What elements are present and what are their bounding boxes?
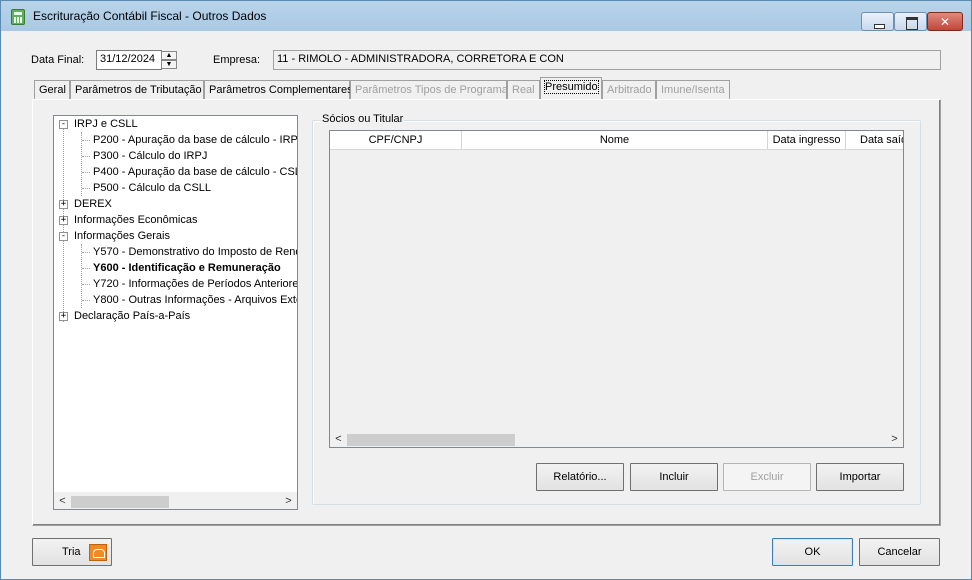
tree-node-derex[interactable]: + DEREX xyxy=(54,196,297,212)
tree-connector xyxy=(82,140,90,141)
tree-connector xyxy=(82,284,90,285)
tree-node-y800[interactable]: Y800 - Outras Informações - Arquivos Ext… xyxy=(54,292,297,308)
tree-node-p400[interactable]: P400 - Apuração da base de cálculo - CSL… xyxy=(54,164,297,180)
tree-node-informacoes-gerais[interactable]: - Informações Gerais xyxy=(54,228,297,244)
relatorio-button[interactable]: Relatório... xyxy=(536,463,624,491)
socios-grid[interactable]: CPF/CNPJ Nome Data ingresso Data saída <… xyxy=(329,130,904,448)
tree-connector xyxy=(82,156,90,157)
window-title: Escrituração Contábil Fiscal - Outros Da… xyxy=(33,9,267,23)
tree-node-y600[interactable]: Y600 - Identificação e Remuneração xyxy=(54,260,297,276)
spin-down-icon[interactable]: ▼ xyxy=(161,60,177,69)
title-bar[interactable]: Escrituração Contábil Fiscal - Outros Da… xyxy=(1,1,971,31)
column-header-data-saida[interactable]: Data saída xyxy=(846,131,903,149)
tree-node-informacoes-economicas[interactable]: + Informações Econômicas xyxy=(54,212,297,228)
tree-horizontal-scrollbar[interactable]: < > xyxy=(54,492,297,509)
tab-arbitrado[interactable]: Arbitrado xyxy=(602,80,656,100)
tab-imune-isenta[interactable]: Imune/Isenta xyxy=(656,80,730,100)
tree-node-y720[interactable]: Y720 - Informações de Períodos Anteriore… xyxy=(54,276,297,292)
main-window: Escrituração Contábil Fiscal - Outros Da… xyxy=(0,0,972,580)
tree-node-y570[interactable]: Y570 - Demonstrativo do Imposto de Renda xyxy=(54,244,297,260)
tab-real[interactable]: Real xyxy=(507,80,540,100)
excluir-button[interactable]: Excluir xyxy=(723,463,811,491)
spreadsheet-app-icon xyxy=(11,9,25,25)
collapse-icon[interactable]: - xyxy=(59,232,68,241)
scroll-right-icon[interactable]: > xyxy=(886,431,903,448)
column-header-data-ingresso[interactable]: Data ingresso xyxy=(768,131,846,149)
tree-connector xyxy=(82,188,90,189)
expand-icon[interactable]: + xyxy=(59,312,68,321)
tab-parametros-tributacao[interactable]: Parâmetros de Tributação xyxy=(70,80,204,100)
tree-node-p500[interactable]: P500 - Cálculo da CSLL xyxy=(54,180,297,196)
data-final-label: Data Final: xyxy=(31,54,85,66)
cancelar-button[interactable]: Cancelar xyxy=(859,538,940,566)
socios-grid-header: CPF/CNPJ Nome Data ingresso Data saída xyxy=(330,131,903,150)
minimize-button[interactable] xyxy=(861,12,894,31)
tree-node-p200[interactable]: P200 - Apuração da base de cálculo - IRP… xyxy=(54,132,297,148)
incluir-button[interactable]: Incluir xyxy=(630,463,718,491)
close-button[interactable]: ✕ xyxy=(927,12,963,31)
tree-connector xyxy=(82,172,90,173)
tria-button[interactable]: Tria xyxy=(32,538,112,566)
socios-group-title: Sócios ou Titular xyxy=(321,113,405,125)
tab-parametros-tipos-programa[interactable]: Parâmetros Tipos de Programa xyxy=(350,80,508,100)
tria-robot-icon xyxy=(89,544,107,561)
tab-presumido[interactable]: Presumido xyxy=(540,77,602,100)
expand-icon[interactable]: + xyxy=(59,216,68,225)
tree-node-irpj-csll[interactable]: - IRPJ e CSLL xyxy=(54,116,297,132)
scroll-thumb[interactable] xyxy=(71,496,169,508)
tab-geral[interactable]: Geral xyxy=(34,80,70,100)
tab-parametros-complementares[interactable]: Parâmetros Complementares xyxy=(204,80,353,100)
column-header-nome[interactable]: Nome xyxy=(462,131,768,149)
grid-horizontal-scrollbar[interactable]: < > xyxy=(330,430,903,447)
scroll-left-icon[interactable]: < xyxy=(330,431,347,448)
data-final-input[interactable]: 31/12/2024 xyxy=(96,50,162,70)
tree-connector xyxy=(82,268,90,269)
column-header-cpf-cnpj[interactable]: CPF/CNPJ xyxy=(330,131,462,149)
empresa-field[interactable]: 11 - RIMOLO - ADMINISTRADORA, CORRETORA … xyxy=(273,50,941,70)
importar-button[interactable]: Importar xyxy=(816,463,904,491)
scroll-left-icon[interactable]: < xyxy=(54,493,71,510)
ok-button[interactable]: OK xyxy=(772,538,853,566)
tree-connector xyxy=(82,252,90,253)
data-final-spinner[interactable]: ▲ ▼ xyxy=(161,51,177,69)
collapse-icon[interactable]: - xyxy=(59,120,68,129)
empresa-label: Empresa: xyxy=(213,54,261,66)
scroll-right-icon[interactable]: > xyxy=(280,493,297,510)
tree-node-declaracao-pais-a-pais[interactable]: + Declaração País-a-País xyxy=(54,308,297,324)
close-icon: ✕ xyxy=(939,15,951,29)
maximize-button[interactable] xyxy=(894,12,927,31)
tree-node-p300[interactable]: P300 - Cálculo do IRPJ xyxy=(54,148,297,164)
spin-up-icon[interactable]: ▲ xyxy=(161,51,177,60)
expand-icon[interactable]: + xyxy=(59,200,68,209)
register-tree[interactable]: - IRPJ e CSLL P200 - Apuração da base de… xyxy=(53,115,298,510)
tree-connector xyxy=(82,300,90,301)
scroll-thumb[interactable] xyxy=(347,434,515,446)
